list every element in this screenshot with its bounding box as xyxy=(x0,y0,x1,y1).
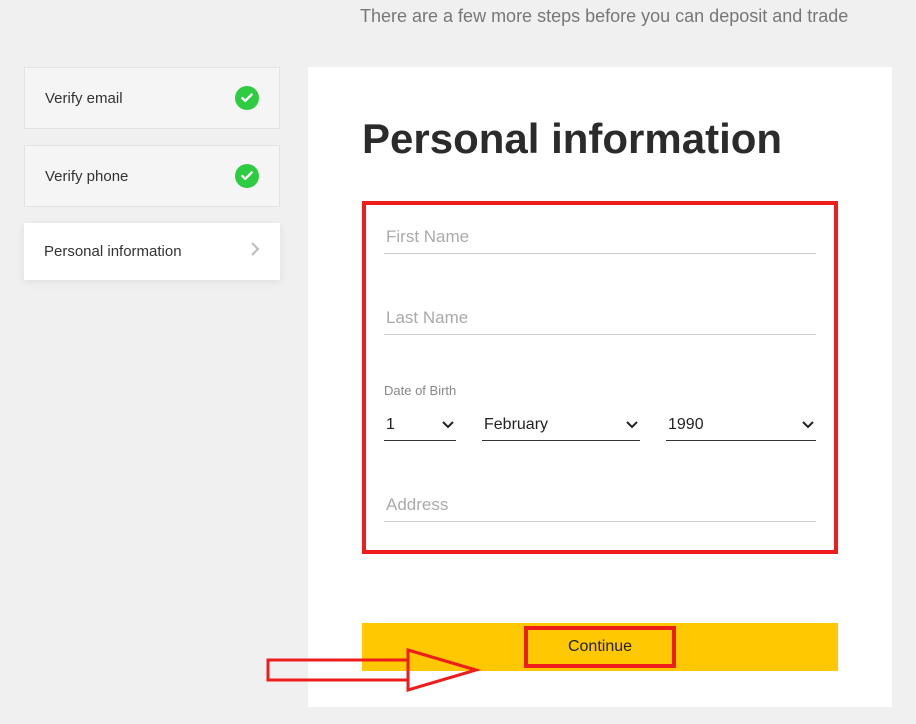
dob-row: 1 February 1990 xyxy=(384,412,816,441)
address-input[interactable] xyxy=(384,489,816,522)
main-panel: Personal information Date of Birth 1 xyxy=(308,67,892,707)
dob-day-select[interactable]: 1 xyxy=(384,412,456,441)
step-verify-email[interactable]: Verify email xyxy=(24,67,280,129)
step-label: Verify email xyxy=(45,90,123,107)
dob-year-select[interactable]: 1990 xyxy=(666,412,816,441)
step-verify-phone[interactable]: Verify phone xyxy=(24,145,280,207)
page-subtitle: There are a few more steps before you ca… xyxy=(360,6,916,27)
check-icon xyxy=(235,164,259,188)
dob-field-wrap: Date of Birth 1 February xyxy=(384,383,816,441)
chevron-right-icon xyxy=(250,241,260,262)
dob-day-value: 1 xyxy=(386,416,395,434)
steps-sidebar: Verify email Verify phone Personal infor… xyxy=(24,67,280,707)
chevron-down-icon xyxy=(626,418,638,432)
step-label: Personal information xyxy=(44,243,182,260)
address-field-wrap xyxy=(384,489,816,522)
continue-bar: Continue xyxy=(362,623,838,671)
dob-year-value: 1990 xyxy=(668,416,704,434)
form-heading: Personal information xyxy=(362,115,838,163)
chevron-down-icon xyxy=(802,418,814,432)
content-container: Verify email Verify phone Personal infor… xyxy=(0,47,916,707)
first-name-input[interactable] xyxy=(384,221,816,254)
continue-button[interactable]: Continue xyxy=(524,626,676,668)
dob-month-value: February xyxy=(484,416,548,434)
last-name-input[interactable] xyxy=(384,302,816,335)
first-name-field-wrap xyxy=(384,221,816,254)
step-personal-info[interactable]: Personal information xyxy=(24,223,280,280)
chevron-down-icon xyxy=(442,418,454,432)
dob-label: Date of Birth xyxy=(384,383,816,398)
check-icon xyxy=(235,86,259,110)
step-label: Verify phone xyxy=(45,168,128,185)
last-name-field-wrap xyxy=(384,302,816,335)
dob-month-select[interactable]: February xyxy=(482,412,640,441)
form-highlight-box: Date of Birth 1 February xyxy=(362,201,838,554)
